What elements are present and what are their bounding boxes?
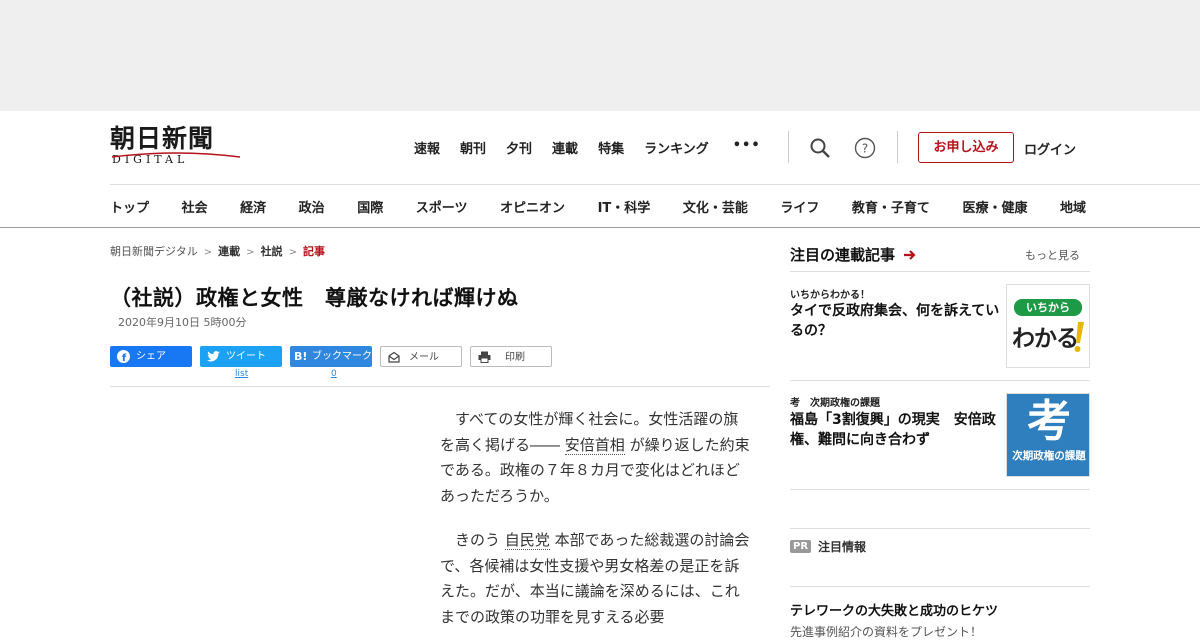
hatena-count[interactable]: 0 bbox=[331, 369, 337, 379]
header-divider-line bbox=[110, 184, 1200, 185]
breadcrumb-item[interactable]: 連載 bbox=[218, 245, 240, 258]
sidebar-divider bbox=[790, 489, 1090, 490]
catnav-item-international[interactable]: 国際 bbox=[357, 201, 383, 216]
topnav-item-ranking[interactable]: ランキング bbox=[644, 138, 709, 157]
facebook-share-label: シェア bbox=[136, 351, 166, 362]
topnav-item-sokuho[interactable]: 速報 bbox=[414, 138, 440, 157]
top-nav: 速報 朝刊 夕刊 連載 特集 ランキング ••• bbox=[414, 138, 761, 157]
arrow-right-icon bbox=[904, 250, 916, 260]
printer-icon bbox=[478, 351, 491, 363]
article-paragraph: すべての女性が輝く社会に。女性活躍の旗を高く掲げる―― 安倍首相 が繰り返した約… bbox=[440, 407, 750, 509]
breadcrumb-item[interactable]: 社説 bbox=[261, 245, 283, 258]
catnav-item-life[interactable]: ライフ bbox=[780, 201, 819, 216]
more-link[interactable]: もっと見る bbox=[1025, 247, 1080, 263]
catnav-item-sports[interactable]: スポーツ bbox=[416, 201, 468, 216]
paragraph-text: きのう bbox=[455, 531, 505, 549]
catnav-item-economy[interactable]: 経済 bbox=[240, 201, 266, 216]
catnav-item-opinion[interactable]: オピニオン bbox=[500, 201, 565, 216]
twitter-share-label: ツイート bbox=[226, 351, 266, 362]
twitter-share-button[interactable]: ツイート bbox=[200, 346, 282, 367]
svg-text:f: f bbox=[122, 353, 127, 363]
topnav-item-chokan[interactable]: 朝刊 bbox=[460, 138, 486, 157]
catnav-item-society[interactable]: 社会 bbox=[182, 201, 208, 216]
catnav-item-politics[interactable]: 政治 bbox=[299, 201, 325, 216]
hatena-bookmark-button[interactable]: B! ブックマーク bbox=[290, 346, 372, 367]
article-divider bbox=[110, 386, 770, 387]
sidebar-divider bbox=[790, 271, 1090, 272]
hatena-bookmark-label: ブックマーク bbox=[312, 351, 372, 362]
header-divider bbox=[788, 131, 789, 163]
sidebar-heading-text: 注目の連載記事 bbox=[790, 246, 896, 264]
pr-section-label: 注目情報 bbox=[818, 540, 867, 554]
exclamation-icon bbox=[1074, 322, 1084, 352]
svg-text:?: ? bbox=[862, 142, 868, 156]
thumb-main-text: わかる bbox=[1012, 326, 1079, 352]
sidebar-item-kicker: いちからわかる！ bbox=[790, 290, 870, 301]
subscribe-button[interactable]: お申し込み bbox=[918, 132, 1014, 163]
breadcrumb-separator: > bbox=[288, 247, 297, 258]
pr-badge: PR bbox=[790, 540, 812, 553]
mail-share-button[interactable]: メール bbox=[380, 346, 462, 367]
article-paragraph: きのう 自民党 本部であった総裁選の討論会で、各候補は女性支援や男女格差の是正を… bbox=[440, 528, 750, 630]
ad-banner-area bbox=[0, 0, 1200, 111]
envelope-icon bbox=[388, 351, 400, 363]
thumb-badge: いちから bbox=[1014, 299, 1082, 316]
category-nav: トップ 社会 経済 政治 国際 スポーツ オピニオン IT・科学 文化・芸能 ラ… bbox=[110, 197, 1114, 216]
sidebar-item-thumbnail[interactable]: 考 次期政権の課題 bbox=[1006, 393, 1090, 477]
thumb-main-char: 考 bbox=[1027, 396, 1071, 447]
twitter-bird-icon bbox=[207, 351, 220, 362]
topnav-item-rensai[interactable]: 連載 bbox=[552, 138, 578, 157]
keyword-link[interactable]: 安倍首相 bbox=[564, 435, 625, 455]
breadcrumb-item[interactable]: 朝日新聞デジタル bbox=[110, 245, 198, 258]
breadcrumb-separator: > bbox=[203, 247, 213, 258]
pr-item-title[interactable]: テレワークの大失敗と成功のヒケツ bbox=[790, 600, 998, 619]
sidebar-divider bbox=[790, 380, 1090, 381]
more-menu-icon[interactable]: ••• bbox=[733, 138, 761, 157]
catnav-item-region[interactable]: 地域 bbox=[1060, 201, 1086, 216]
thumb-caption: 次期政権の課題 bbox=[1012, 450, 1086, 462]
site-logo[interactable]: 朝日新聞 DIGITAL bbox=[110, 124, 241, 169]
breadcrumb-separator: > bbox=[246, 247, 255, 258]
help-icon[interactable]: ? bbox=[854, 137, 876, 159]
article-date: 2020年9月10日 5時00分 bbox=[118, 316, 247, 329]
catnav-item-education[interactable]: 教育・子育て bbox=[852, 201, 930, 216]
print-button[interactable]: 印刷 bbox=[470, 346, 552, 367]
header-divider bbox=[897, 131, 898, 163]
sidebar-item-thumbnail[interactable]: いちから わかる bbox=[1006, 284, 1090, 368]
twitter-count[interactable]: list bbox=[235, 369, 248, 379]
catnav-item-culture[interactable]: 文化・芸能 bbox=[683, 201, 748, 216]
catnav-item-health[interactable]: 医療・健康 bbox=[962, 201, 1027, 216]
mail-share-label: メール bbox=[409, 352, 439, 363]
catnav-item-it-science[interactable]: IT・科学 bbox=[598, 201, 651, 216]
sidebar-heading[interactable]: 注目の連載記事 bbox=[790, 244, 917, 265]
search-icon[interactable] bbox=[809, 137, 831, 159]
print-label: 印刷 bbox=[505, 352, 525, 363]
logo-kanji: 朝日新聞 bbox=[110, 124, 215, 153]
login-link[interactable]: ログイン bbox=[1024, 139, 1076, 158]
breadcrumb: 朝日新聞デジタル > 連載 > 社説 > 記事 bbox=[110, 243, 325, 259]
hatena-icon: B! bbox=[294, 350, 308, 363]
breadcrumb-current: 記事 bbox=[302, 245, 325, 258]
sidebar-divider bbox=[790, 528, 1090, 529]
keyword-link[interactable]: 自民党 bbox=[504, 531, 550, 550]
logo-swoosh-icon bbox=[111, 152, 241, 158]
article-title: （社説）政権と女性 尊厳なければ輝けぬ bbox=[110, 286, 519, 310]
facebook-icon: f bbox=[117, 350, 130, 363]
pr-item-subtitle: 先進事例紹介の資料をプレゼント！ bbox=[790, 625, 983, 639]
sidebar-item-kicker: 考 次期政権の課題 bbox=[790, 398, 880, 409]
topnav-item-tokushu[interactable]: 特集 bbox=[598, 138, 624, 157]
topnav-item-yukan[interactable]: 夕刊 bbox=[506, 138, 532, 157]
facebook-share-button[interactable]: f シェア bbox=[110, 346, 192, 367]
site-header: 朝日新聞 DIGITAL 速報 朝刊 夕刊 連載 特集 ランキング ••• ? … bbox=[0, 111, 1200, 228]
sidebar-item-title[interactable]: タイで反政府集会、何を訴えているの？ bbox=[790, 301, 1002, 341]
catnav-item-top[interactable]: トップ bbox=[110, 201, 149, 216]
sidebar-divider bbox=[790, 586, 1090, 587]
sidebar-item-title[interactable]: 福島「3割復興」の現実 安倍政権、難問に向き合わず bbox=[790, 410, 1002, 450]
